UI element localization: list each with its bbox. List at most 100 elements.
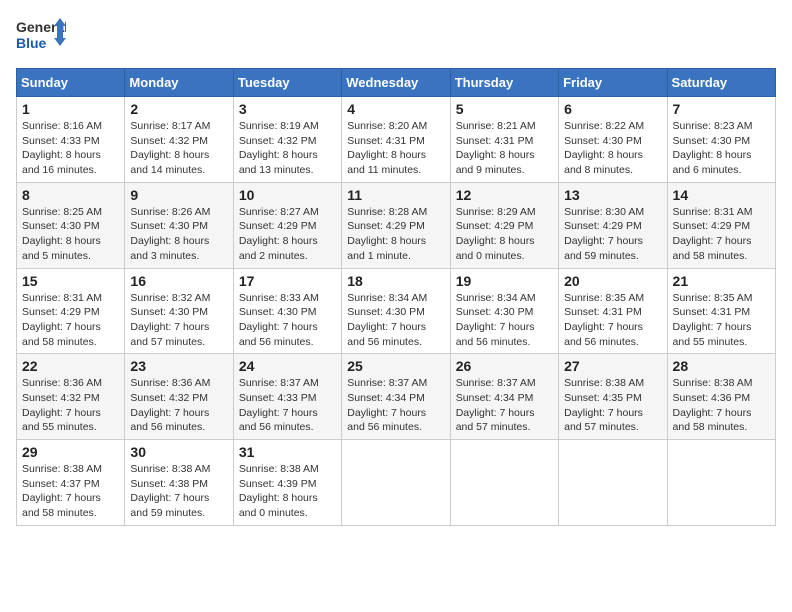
calendar-cell: 18 Sunrise: 8:34 AM Sunset: 4:30 PM Dayl… [342, 268, 450, 354]
day-number: 21 [673, 273, 770, 289]
day-number: 25 [347, 358, 444, 374]
sunrise-label: Sunrise: 8:37 AM [239, 377, 319, 389]
sunset-label: Sunset: 4:29 PM [347, 220, 425, 232]
calendar-cell: 27 Sunrise: 8:38 AM Sunset: 4:35 PM Dayl… [559, 354, 667, 440]
calendar-cell: 8 Sunrise: 8:25 AM Sunset: 4:30 PM Dayli… [17, 182, 125, 268]
sunrise-label: Sunrise: 8:31 AM [22, 292, 102, 304]
day-number: 7 [673, 101, 770, 117]
calendar-cell: 3 Sunrise: 8:19 AM Sunset: 4:32 PM Dayli… [233, 97, 341, 183]
calendar-cell: 4 Sunrise: 8:20 AM Sunset: 4:31 PM Dayli… [342, 97, 450, 183]
sunrise-label: Sunrise: 8:38 AM [673, 377, 753, 389]
calendar-cell: 17 Sunrise: 8:33 AM Sunset: 4:30 PM Dayl… [233, 268, 341, 354]
day-info: Sunrise: 8:36 AM Sunset: 4:32 PM Dayligh… [130, 376, 227, 435]
day-number: 22 [22, 358, 119, 374]
sunrise-label: Sunrise: 8:30 AM [564, 206, 644, 218]
day-info: Sunrise: 8:29 AM Sunset: 4:29 PM Dayligh… [456, 205, 553, 264]
day-info: Sunrise: 8:30 AM Sunset: 4:29 PM Dayligh… [564, 205, 661, 264]
sunrise-label: Sunrise: 8:37 AM [347, 377, 427, 389]
calendar-cell: 29 Sunrise: 8:38 AM Sunset: 4:37 PM Dayl… [17, 440, 125, 526]
daylight-label: Daylight: 7 hours and 56 minutes. [239, 321, 318, 348]
sunrise-label: Sunrise: 8:34 AM [456, 292, 536, 304]
day-number: 8 [22, 187, 119, 203]
daylight-label: Daylight: 8 hours and 0 minutes. [239, 492, 318, 519]
sunset-label: Sunset: 4:38 PM [130, 478, 208, 490]
sunrise-label: Sunrise: 8:35 AM [673, 292, 753, 304]
calendar-week-4: 22 Sunrise: 8:36 AM Sunset: 4:32 PM Dayl… [17, 354, 776, 440]
day-number: 15 [22, 273, 119, 289]
day-number: 28 [673, 358, 770, 374]
sunrise-label: Sunrise: 8:33 AM [239, 292, 319, 304]
calendar-cell: 16 Sunrise: 8:32 AM Sunset: 4:30 PM Dayl… [125, 268, 233, 354]
day-number: 16 [130, 273, 227, 289]
day-number: 9 [130, 187, 227, 203]
sunset-label: Sunset: 4:30 PM [239, 306, 317, 318]
day-number: 5 [456, 101, 553, 117]
day-number: 13 [564, 187, 661, 203]
daylight-label: Daylight: 8 hours and 8 minutes. [564, 149, 643, 176]
sunrise-label: Sunrise: 8:25 AM [22, 206, 102, 218]
calendar-cell [667, 440, 775, 526]
sunset-label: Sunset: 4:37 PM [22, 478, 100, 490]
weekday-header-tuesday: Tuesday [233, 69, 341, 97]
sunset-label: Sunset: 4:34 PM [456, 392, 534, 404]
calendar-cell: 5 Sunrise: 8:21 AM Sunset: 4:31 PM Dayli… [450, 97, 558, 183]
logo-svg: General Blue [16, 16, 66, 58]
sunset-label: Sunset: 4:33 PM [22, 135, 100, 147]
page-header: General Blue [16, 16, 776, 58]
day-number: 10 [239, 187, 336, 203]
daylight-label: Daylight: 8 hours and 6 minutes. [673, 149, 752, 176]
sunrise-label: Sunrise: 8:19 AM [239, 120, 319, 132]
day-number: 2 [130, 101, 227, 117]
calendar-cell: 25 Sunrise: 8:37 AM Sunset: 4:34 PM Dayl… [342, 354, 450, 440]
sunset-label: Sunset: 4:31 PM [347, 135, 425, 147]
weekday-header-saturday: Saturday [667, 69, 775, 97]
calendar-cell: 24 Sunrise: 8:37 AM Sunset: 4:33 PM Dayl… [233, 354, 341, 440]
sunset-label: Sunset: 4:29 PM [239, 220, 317, 232]
sunrise-label: Sunrise: 8:38 AM [22, 463, 102, 475]
day-number: 4 [347, 101, 444, 117]
calendar-cell: 2 Sunrise: 8:17 AM Sunset: 4:32 PM Dayli… [125, 97, 233, 183]
sunset-label: Sunset: 4:30 PM [564, 135, 642, 147]
calendar-cell: 13 Sunrise: 8:30 AM Sunset: 4:29 PM Dayl… [559, 182, 667, 268]
sunrise-label: Sunrise: 8:32 AM [130, 292, 210, 304]
day-number: 6 [564, 101, 661, 117]
day-info: Sunrise: 8:33 AM Sunset: 4:30 PM Dayligh… [239, 291, 336, 350]
sunset-label: Sunset: 4:31 PM [456, 135, 534, 147]
sunset-label: Sunset: 4:30 PM [130, 306, 208, 318]
weekday-header-friday: Friday [559, 69, 667, 97]
day-info: Sunrise: 8:36 AM Sunset: 4:32 PM Dayligh… [22, 376, 119, 435]
calendar-cell: 11 Sunrise: 8:28 AM Sunset: 4:29 PM Dayl… [342, 182, 450, 268]
calendar-cell: 6 Sunrise: 8:22 AM Sunset: 4:30 PM Dayli… [559, 97, 667, 183]
day-info: Sunrise: 8:16 AM Sunset: 4:33 PM Dayligh… [22, 119, 119, 178]
daylight-label: Daylight: 7 hours and 56 minutes. [239, 407, 318, 434]
sunset-label: Sunset: 4:30 PM [22, 220, 100, 232]
day-info: Sunrise: 8:19 AM Sunset: 4:32 PM Dayligh… [239, 119, 336, 178]
daylight-label: Daylight: 7 hours and 59 minutes. [130, 492, 209, 519]
day-info: Sunrise: 8:17 AM Sunset: 4:32 PM Dayligh… [130, 119, 227, 178]
sunrise-label: Sunrise: 8:38 AM [239, 463, 319, 475]
daylight-label: Daylight: 7 hours and 58 minutes. [673, 235, 752, 262]
sunrise-label: Sunrise: 8:35 AM [564, 292, 644, 304]
sunrise-label: Sunrise: 8:29 AM [456, 206, 536, 218]
day-info: Sunrise: 8:23 AM Sunset: 4:30 PM Dayligh… [673, 119, 770, 178]
daylight-label: Daylight: 8 hours and 11 minutes. [347, 149, 426, 176]
sunrise-label: Sunrise: 8:23 AM [673, 120, 753, 132]
calendar-week-2: 8 Sunrise: 8:25 AM Sunset: 4:30 PM Dayli… [17, 182, 776, 268]
daylight-label: Daylight: 7 hours and 56 minutes. [456, 321, 535, 348]
sunset-label: Sunset: 4:34 PM [347, 392, 425, 404]
day-info: Sunrise: 8:27 AM Sunset: 4:29 PM Dayligh… [239, 205, 336, 264]
day-info: Sunrise: 8:38 AM Sunset: 4:37 PM Dayligh… [22, 462, 119, 521]
day-info: Sunrise: 8:37 AM Sunset: 4:33 PM Dayligh… [239, 376, 336, 435]
weekday-header-wednesday: Wednesday [342, 69, 450, 97]
sunset-label: Sunset: 4:29 PM [456, 220, 534, 232]
weekday-header-sunday: Sunday [17, 69, 125, 97]
calendar-table: SundayMondayTuesdayWednesdayThursdayFrid… [16, 68, 776, 526]
day-number: 24 [239, 358, 336, 374]
sunrise-label: Sunrise: 8:36 AM [22, 377, 102, 389]
day-info: Sunrise: 8:21 AM Sunset: 4:31 PM Dayligh… [456, 119, 553, 178]
day-info: Sunrise: 8:34 AM Sunset: 4:30 PM Dayligh… [347, 291, 444, 350]
daylight-label: Daylight: 8 hours and 5 minutes. [22, 235, 101, 262]
sunset-label: Sunset: 4:35 PM [564, 392, 642, 404]
day-number: 30 [130, 444, 227, 460]
sunset-label: Sunset: 4:30 PM [130, 220, 208, 232]
